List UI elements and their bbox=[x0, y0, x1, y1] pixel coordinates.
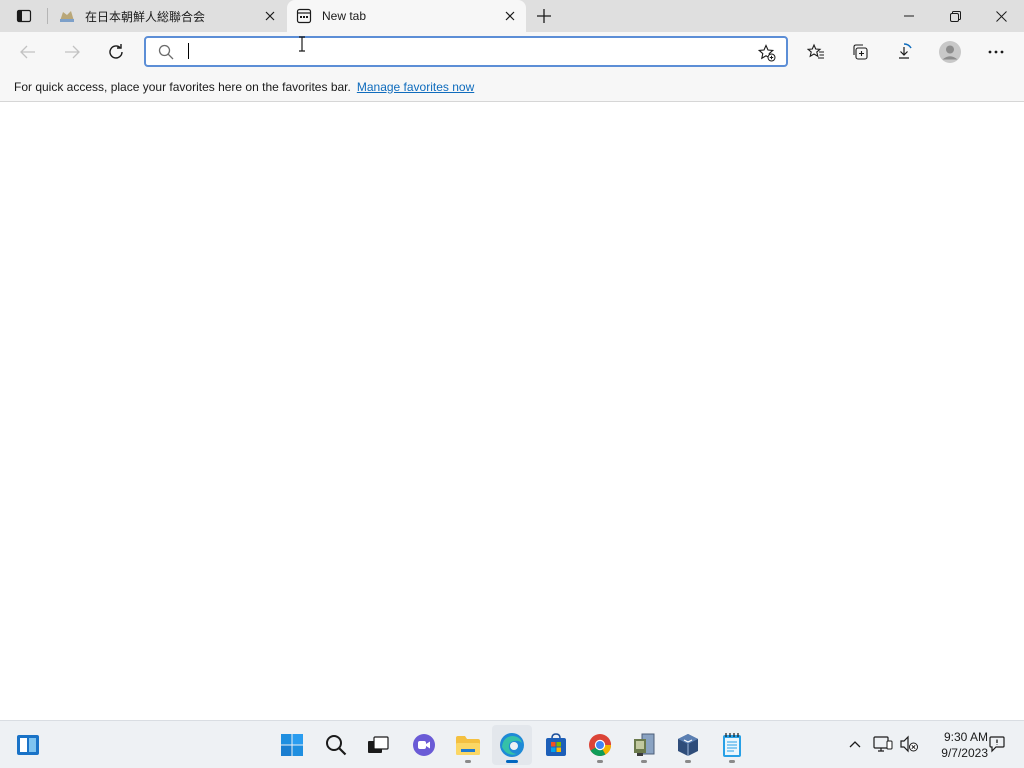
file-explorer-button[interactable] bbox=[448, 725, 488, 765]
add-favorite-button[interactable] bbox=[756, 42, 778, 64]
plus-icon bbox=[537, 9, 551, 23]
back-button[interactable] bbox=[12, 36, 44, 68]
close-window-button[interactable] bbox=[978, 0, 1024, 32]
close-icon bbox=[265, 11, 275, 21]
tab-chongryon[interactable]: 在日本朝鮮人総聯合会 bbox=[50, 0, 286, 32]
notepad-button[interactable] bbox=[712, 725, 752, 765]
widgets-button[interactable] bbox=[8, 725, 48, 765]
edge-button[interactable] bbox=[492, 725, 532, 765]
download-icon bbox=[899, 43, 912, 59]
start-button[interactable] bbox=[272, 725, 312, 765]
new-tab-button[interactable] bbox=[531, 4, 557, 28]
downloads-button[interactable] bbox=[888, 36, 920, 68]
collections-button[interactable] bbox=[844, 36, 876, 68]
clock-time: 9:30 AM bbox=[943, 730, 988, 744]
taskbar-search-button[interactable] bbox=[316, 725, 356, 765]
show-hidden-icons-button[interactable] bbox=[844, 733, 866, 755]
minimize-icon bbox=[904, 15, 914, 17]
favorites-button[interactable] bbox=[800, 36, 832, 68]
clock-date: 9/7/2023 bbox=[941, 746, 988, 760]
edge-icon bbox=[500, 733, 524, 757]
store-button[interactable] bbox=[536, 725, 576, 765]
more-icon bbox=[988, 50, 1004, 54]
search-icon bbox=[326, 735, 347, 756]
text-caret bbox=[188, 43, 189, 59]
notification-icon bbox=[989, 736, 1005, 753]
volume-muted-icon bbox=[900, 735, 918, 753]
profile-button[interactable] bbox=[934, 36, 966, 68]
tab-actions-icon bbox=[16, 9, 32, 23]
tab-new-tab[interactable]: New tab bbox=[287, 0, 526, 32]
chrome-button[interactable] bbox=[580, 725, 620, 765]
refresh-button[interactable] bbox=[100, 36, 132, 68]
site-favicon-icon bbox=[59, 8, 75, 24]
restore-icon bbox=[949, 10, 961, 22]
close-icon bbox=[505, 11, 515, 21]
chat-button[interactable] bbox=[404, 725, 444, 765]
task-view-icon bbox=[368, 736, 389, 753]
app-icon bbox=[634, 733, 655, 756]
favorites-bar: For quick access, place your favorites h… bbox=[0, 72, 1024, 102]
favorites-bar-message: For quick access, place your favorites h… bbox=[14, 79, 351, 94]
chrome-icon bbox=[589, 734, 611, 756]
navigation-toolbar bbox=[0, 32, 1024, 72]
running-indicator bbox=[641, 760, 647, 763]
virtualbox-button[interactable] bbox=[668, 725, 708, 765]
page-content[interactable] bbox=[0, 103, 1024, 720]
active-indicator bbox=[506, 760, 518, 763]
tab-strip: 在日本朝鮮人総聯合会 New tab bbox=[0, 0, 1024, 32]
tab-title: New tab bbox=[322, 9, 367, 23]
arrow-right-icon bbox=[65, 45, 80, 59]
notifications-button[interactable] bbox=[986, 733, 1008, 755]
chat-icon bbox=[413, 734, 435, 756]
task-view-button[interactable] bbox=[358, 725, 398, 765]
browser-window: 在日本朝鮮人総聯合会 New tab For quick access, pla… bbox=[0, 0, 1024, 720]
text-cursor-icon bbox=[299, 36, 305, 52]
tab-title: 在日本朝鮮人総聯合会 bbox=[85, 9, 206, 24]
widgets-icon bbox=[17, 735, 39, 755]
arrow-left-icon bbox=[20, 45, 35, 59]
tab-actions-button[interactable] bbox=[8, 4, 40, 28]
refresh-icon bbox=[109, 44, 123, 59]
address-bar[interactable] bbox=[144, 36, 788, 67]
app-button[interactable] bbox=[624, 725, 664, 765]
running-indicator bbox=[465, 760, 471, 763]
avatar-icon bbox=[939, 41, 961, 63]
restore-button[interactable] bbox=[932, 0, 978, 32]
forward-button[interactable] bbox=[56, 36, 88, 68]
favorites-icon bbox=[807, 43, 824, 59]
star-add-icon bbox=[758, 44, 776, 62]
notepad-icon bbox=[723, 733, 741, 757]
tab-close-button[interactable] bbox=[260, 6, 280, 26]
tab-close-button[interactable] bbox=[500, 6, 520, 26]
file-explorer-icon bbox=[456, 736, 480, 755]
tab-separator bbox=[47, 8, 48, 24]
running-indicator bbox=[685, 760, 691, 763]
network-icon bbox=[873, 736, 893, 752]
network-button[interactable] bbox=[872, 733, 894, 755]
virtualbox-icon bbox=[678, 734, 698, 756]
taskbar-clock[interactable]: 9:30 AM 9/7/2023 bbox=[924, 729, 988, 761]
store-icon bbox=[546, 733, 566, 756]
taskbar: 9:30 AM 9/7/2023 bbox=[0, 720, 1024, 768]
address-input[interactable] bbox=[186, 42, 746, 62]
volume-button[interactable] bbox=[898, 733, 920, 755]
manage-favorites-link[interactable]: Manage favorites now bbox=[357, 80, 474, 94]
chevron-up-icon bbox=[849, 741, 861, 748]
running-indicator bbox=[597, 760, 603, 763]
collections-icon bbox=[853, 44, 868, 60]
minimize-button[interactable] bbox=[886, 0, 932, 32]
start-icon bbox=[281, 734, 303, 756]
running-indicator bbox=[729, 760, 735, 763]
close-icon bbox=[995, 10, 1007, 22]
settings-more-button[interactable] bbox=[980, 36, 1012, 68]
search-icon bbox=[158, 44, 174, 65]
new-tab-page-icon bbox=[296, 8, 312, 24]
